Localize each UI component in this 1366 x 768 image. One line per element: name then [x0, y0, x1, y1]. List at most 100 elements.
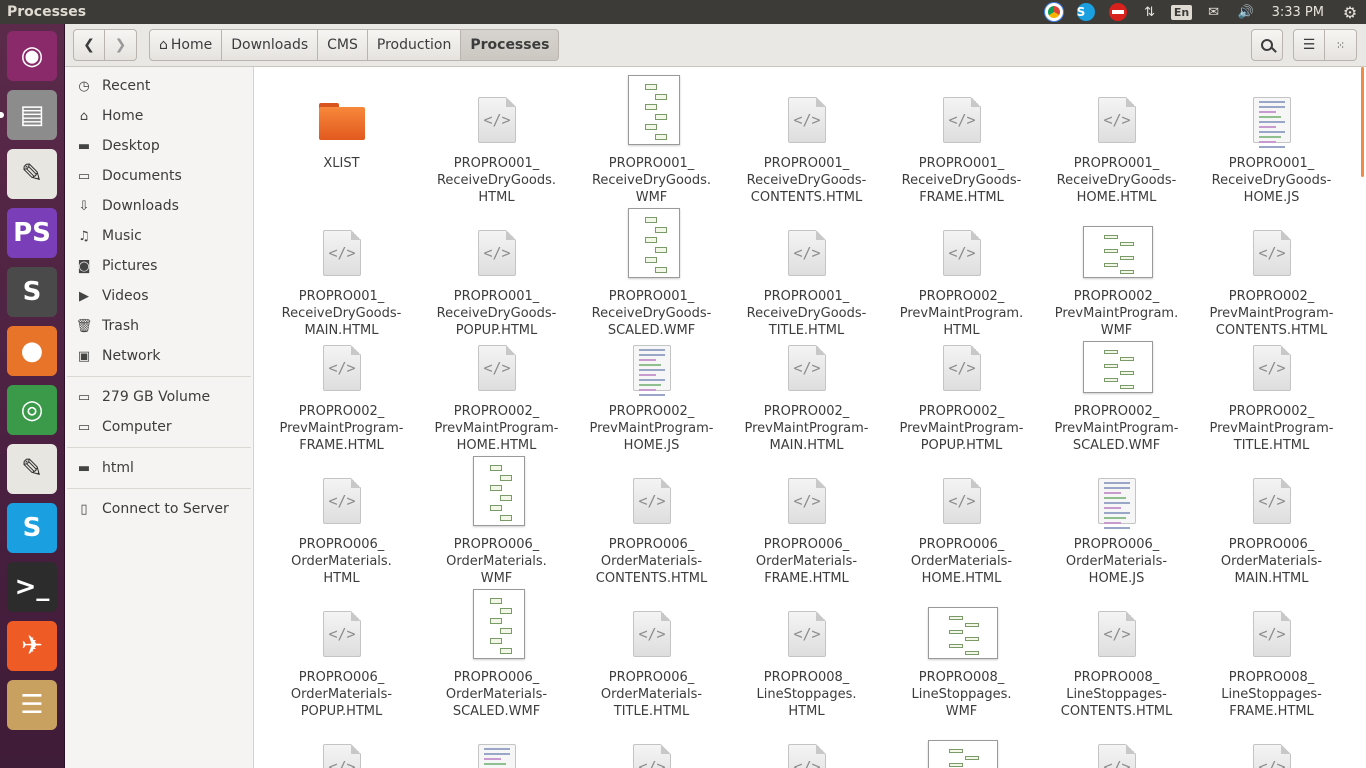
file-item[interactable]: </> [1194, 720, 1349, 768]
file-label: PROPRO001_ ReceiveDryGoods- CONTENTS.HTM… [746, 156, 867, 205]
file-item[interactable]: PROPRO006_ OrderMaterials. WMF [419, 454, 574, 587]
html-file-icon: </> [1194, 321, 1349, 399]
file-item[interactable]: </> PROPRO002_ PrevMaintProgram- FRAME.HT… [264, 321, 419, 454]
chrome-indicator-icon[interactable] [1038, 0, 1070, 24]
sidebar-item-desktop[interactable]: ▬ Desktop [65, 131, 253, 161]
network-arrows-icon[interactable]: ⇅ [1134, 0, 1166, 24]
terminal-icon[interactable]: >_ [7, 562, 57, 612]
search-button[interactable] [1251, 29, 1283, 61]
file-item[interactable]: </> [574, 720, 729, 768]
file-item[interactable]: </> PROPRO006_ OrderMaterials- MAIN.HTML [1194, 454, 1349, 587]
file-item[interactable]: </> PROPRO006_ OrderMaterials. HTML [264, 454, 419, 587]
file-item[interactable]: </> PROPRO008_ LineStoppages- FRAME.HTML [1194, 587, 1349, 720]
file-item[interactable]: </> PROPRO001_ ReceiveDryGoods- TITLE.HTM… [729, 206, 884, 339]
keyboard-layout-indicator[interactable]: En [1166, 0, 1198, 24]
html-file-icon: </> [729, 720, 884, 768]
top-panel: Processes S ⇅ En ✉ 🔊 3:33 PM ⚙ [0, 0, 1366, 24]
file-item[interactable]: </> PROPRO002_ PrevMaintProgram- TITLE.HT… [1194, 321, 1349, 454]
breadcrumb-label: Downloads [231, 37, 309, 53]
skype-indicator-icon[interactable]: S [1070, 0, 1102, 24]
phpstorm-icon[interactable]: PS [7, 208, 57, 258]
file-item[interactable]: PROPRO002_ PrevMaintProgram- HOME.JS [574, 321, 729, 454]
apps-stack-icon[interactable]: ☰ [7, 680, 57, 730]
breadcrumb-home[interactable]: ⌂ Home [149, 29, 223, 61]
file-item[interactable] [884, 720, 1039, 768]
postman-icon[interactable]: ✈ [7, 621, 57, 671]
file-item[interactable]: </> [729, 720, 884, 768]
system-gear-icon[interactable]: ⚙ [1334, 0, 1366, 24]
sidebar-item-pictures[interactable]: ◙ Pictures [65, 251, 253, 281]
list-view-button[interactable]: ☰ [1293, 29, 1325, 61]
file-item[interactable]: PROPRO001_ ReceiveDryGoods. WMF [574, 73, 729, 206]
folder-item[interactable]: XLIST [264, 73, 419, 172]
forward-button[interactable]: ❯ [105, 29, 137, 61]
file-item[interactable]: </> PROPRO001_ ReceiveDryGoods- POPUP.HTM… [419, 206, 574, 339]
file-item[interactable]: </> PROPRO006_ OrderMaterials- TITLE.HTML [574, 587, 729, 720]
file-item[interactable]: </> PROPRO002_ PrevMaintProgram- MAIN.HTM… [729, 321, 884, 454]
sidebar-item-recent[interactable]: ◷ Recent [65, 71, 253, 101]
sidebar-item-music[interactable]: ♫ Music [65, 221, 253, 251]
sidebar-item-volume[interactable]: ▭ 279 GB Volume [65, 382, 253, 412]
file-item[interactable]: </> PROPRO001_ ReceiveDryGoods- FRAME.HTM… [884, 73, 1039, 206]
volume-icon[interactable]: 🔊 [1230, 0, 1262, 24]
file-item[interactable]: </> PROPRO001_ ReceiveDryGoods- HOME.HTML [1039, 73, 1194, 206]
grid-view-button[interactable]: ⁙ [1325, 29, 1357, 61]
sidebar-item-html[interactable]: ▬ html [65, 453, 253, 483]
file-label: PROPRO001_ ReceiveDryGoods- FRAME.HTML [901, 156, 1022, 205]
sidebar-item-network[interactable]: ▣ Network [65, 341, 253, 371]
file-item[interactable]: PROPRO001_ ReceiveDryGoods- HOME.JS [1194, 73, 1349, 206]
sidebar-item-home[interactable]: ⌂ Home [65, 101, 253, 131]
sublime-text-icon[interactable]: S [7, 267, 57, 317]
file-item[interactable]: </> PROPRO002_ PrevMaintProgram- POPUP.HT… [884, 321, 1039, 454]
ubuntu-dash-icon[interactable]: ◉ [7, 31, 57, 81]
breadcrumb-cms[interactable]: CMS [318, 29, 368, 61]
file-item[interactable]: PROPRO008_ LineStoppages. WMF [884, 587, 1039, 720]
do-not-disturb-icon[interactable] [1102, 0, 1134, 24]
file-item[interactable]: PROPRO002_ PrevMaintProgram. WMF [1039, 206, 1194, 339]
breadcrumb-production[interactable]: Production [367, 29, 462, 61]
file-item[interactable]: </> PROPRO008_ LineStoppages- CONTENTS.HT… [1039, 587, 1194, 720]
sidebar-item-documents[interactable]: ▭ Documents [65, 161, 253, 191]
breadcrumb-downloads[interactable]: Downloads [222, 29, 319, 61]
chrome-icon[interactable]: ◎ [7, 385, 57, 435]
text-editor-2-icon[interactable]: ✎ [7, 444, 57, 494]
breadcrumb-processes[interactable]: Processes [461, 29, 560, 61]
sidebar-item-label: Documents [102, 168, 182, 184]
grid-icon: ⁙ [1335, 38, 1346, 52]
file-item[interactable]: </> PROPRO008_ LineStoppages. HTML [729, 587, 884, 720]
file-item[interactable]: </> PROPRO006_ OrderMaterials- HOME.HTML [884, 454, 1039, 587]
file-item[interactable]: </> PROPRO001_ ReceiveDryGoods- CONTENTS.… [729, 73, 884, 206]
mail-icon[interactable]: ✉ [1198, 0, 1230, 24]
file-item[interactable]: </> [264, 720, 419, 768]
file-label: PROPRO006_ OrderMaterials- CONTENTS.HTML [595, 537, 708, 586]
file-item[interactable]: </> PROPRO002_ PrevMaintProgram- HOME.HTM… [419, 321, 574, 454]
clock[interactable]: 3:33 PM [1262, 5, 1334, 20]
sidebar-item-computer[interactable]: ▭ Computer [65, 412, 253, 442]
sidebar-item-connect[interactable]: ▯ Connect to Server [65, 494, 253, 524]
file-item[interactable]: PROPRO006_ OrderMaterials- HOME.JS [1039, 454, 1194, 587]
file-item[interactable]: </> PROPRO002_ PrevMaintProgram- CONTENTS… [1194, 206, 1349, 339]
file-item[interactable]: PROPRO002_ PrevMaintProgram- SCALED.WMF [1039, 321, 1194, 454]
skype-icon[interactable]: S [7, 503, 57, 553]
sidebar-item-videos[interactable]: ▶ Videos [65, 281, 253, 311]
files-app-icon[interactable]: ▤ [7, 90, 57, 140]
file-label: PROPRO006_ OrderMaterials- HOME.HTML [910, 537, 1013, 586]
firefox-icon[interactable]: ● [7, 326, 57, 376]
file-item[interactable]: PROPRO001_ ReceiveDryGoods- SCALED.WMF [574, 206, 729, 339]
file-item[interactable]: PROPRO006_ OrderMaterials- SCALED.WMF [419, 587, 574, 720]
home-icon: ⌂ [159, 37, 168, 53]
text-editor-icon[interactable]: ✎ [7, 149, 57, 199]
sidebar-item-trash[interactable]: 🗑 Trash [65, 311, 253, 341]
file-item[interactable]: </> [1039, 720, 1194, 768]
file-item[interactable]: </> PROPRO006_ OrderMaterials- CONTENTS.H… [574, 454, 729, 587]
scrollbar[interactable] [1361, 67, 1364, 177]
file-item[interactable]: </> PROPRO006_ OrderMaterials- FRAME.HTML [729, 454, 884, 587]
file-item[interactable]: </> PROPRO001_ ReceiveDryGoods. HTML [419, 73, 574, 206]
file-item[interactable]: </> PROPRO006_ OrderMaterials- POPUP.HTML [264, 587, 419, 720]
back-button[interactable]: ❮ [73, 29, 105, 61]
file-item[interactable]: </> PROPRO002_ PrevMaintProgram. HTML [884, 206, 1039, 339]
file-view[interactable]: XLIST </> PROPRO001_ ReceiveDryGoods. HTML… [254, 67, 1366, 768]
file-item[interactable]: </> PROPRO001_ ReceiveDryGoods- MAIN.HTML [264, 206, 419, 339]
file-item[interactable] [419, 720, 574, 768]
sidebar-item-downloads[interactable]: ⇩ Downloads [65, 191, 253, 221]
